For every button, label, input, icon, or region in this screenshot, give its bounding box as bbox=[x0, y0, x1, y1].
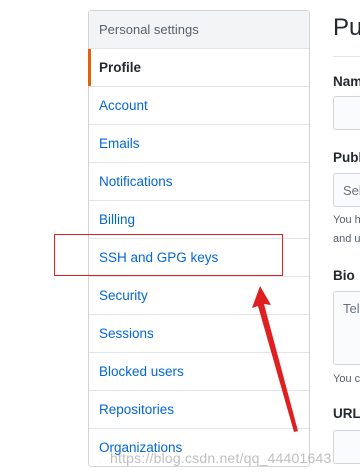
watermark: https://blog.csdn.net/qq_44401643 bbox=[110, 450, 332, 466]
menu-item-emails[interactable]: Emails bbox=[89, 125, 309, 163]
menu-heading: Personal settings bbox=[89, 11, 309, 49]
menu-item-notifications[interactable]: Notifications bbox=[89, 163, 309, 201]
public-email-select[interactable]: Sel bbox=[333, 173, 360, 207]
public-email-note-line-1: You h bbox=[333, 214, 360, 226]
title-divider bbox=[333, 56, 360, 57]
public-email-label: Publ bbox=[333, 150, 360, 165]
bio-note: You c bbox=[333, 373, 360, 385]
url-input[interactable] bbox=[333, 430, 360, 464]
menu-item-account[interactable]: Account bbox=[89, 87, 309, 125]
bio-label: Bio bbox=[333, 268, 355, 283]
url-label: URL bbox=[333, 406, 360, 421]
annotation-arrow-icon bbox=[252, 286, 298, 432]
page-title: Pu bbox=[333, 14, 360, 41]
public-email-note-line-2: and u bbox=[333, 233, 360, 245]
screenshot-stage: Personal settings Profile Account Emails… bbox=[0, 0, 360, 476]
bio-textarea[interactable]: Tel bbox=[333, 291, 360, 365]
highlight-box bbox=[54, 234, 283, 276]
bio-placeholder: Tel bbox=[343, 301, 360, 316]
name-label: Nam bbox=[333, 74, 360, 89]
public-email-select-value: Sel bbox=[343, 183, 360, 198]
menu-item-profile[interactable]: Profile bbox=[88, 49, 309, 87]
name-input[interactable] bbox=[333, 96, 360, 130]
